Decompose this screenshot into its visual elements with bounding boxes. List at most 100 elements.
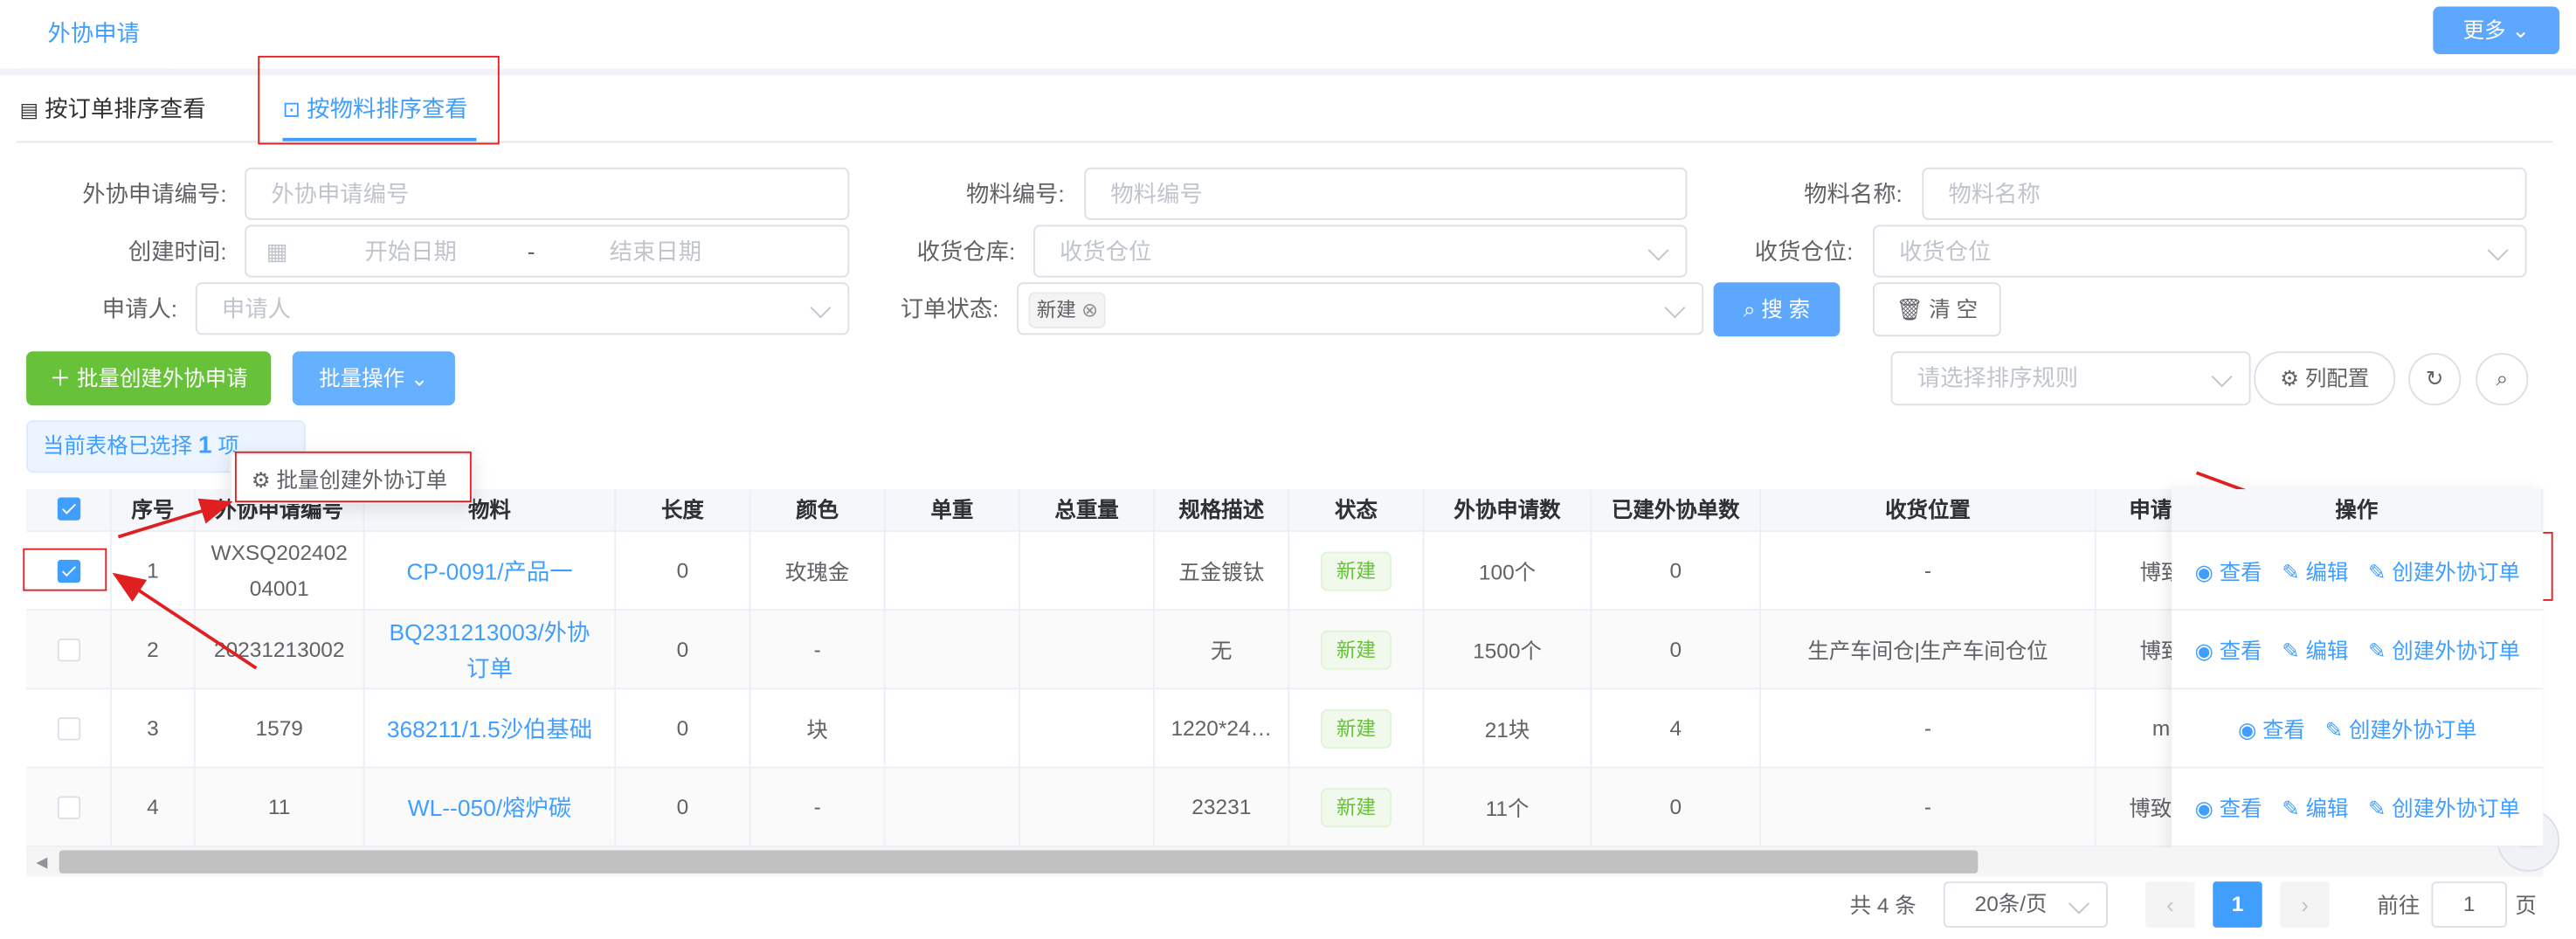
- close-icon[interactable]: ⊗: [1081, 299, 1098, 321]
- apply-no-input[interactable]: 外协申请编号: [245, 167, 850, 220]
- cell-unit-weight: [885, 689, 1020, 769]
- header-select-all[interactable]: [26, 489, 112, 532]
- create-order-link[interactable]: ✎ 创建外协订单: [2368, 633, 2520, 665]
- column-header-ops: 操作: [2172, 489, 2544, 532]
- column-header: 长度: [616, 489, 751, 532]
- cell-text: 生产车间仓|生产车间仓位: [1807, 639, 2048, 664]
- select-all-checkbox[interactable]: [56, 497, 80, 521]
- cell-text: 4: [147, 794, 159, 819]
- cell-unit-weight: [885, 611, 1020, 690]
- material-name-input[interactable]: 物料名称: [1922, 167, 2527, 220]
- column-config-button[interactable]: ⚙ 列配置: [2254, 351, 2396, 406]
- next-page-button[interactable]: ›: [2280, 881, 2330, 928]
- status-filter-tag: 新建 ⊗: [1028, 292, 1107, 328]
- warehouse-select[interactable]: 收货仓位: [1032, 224, 1688, 278]
- clear-button[interactable]: 🗑 清 空: [1872, 282, 2001, 337]
- cell-apply-qty: 11个: [1424, 768, 1592, 847]
- tab-outsource-apply[interactable]: 外协申请: [16, 0, 171, 72]
- cell-text: 1: [147, 557, 159, 583]
- edit-link[interactable]: ✎ 编辑: [2282, 791, 2348, 823]
- row-checkbox-cell[interactable]: [26, 768, 112, 847]
- row-checkbox[interactable]: [56, 638, 80, 661]
- cell-text: 11: [268, 793, 291, 818]
- tab-by-order[interactable]: ▤ 按订单排序查看: [20, 79, 206, 138]
- cell-apply-no: 20231213002: [195, 611, 365, 690]
- status-badge: 新建: [1321, 550, 1392, 590]
- cell-total-weight: [1019, 689, 1156, 769]
- more-button[interactable]: 更多 ⌄: [2433, 6, 2560, 55]
- batch-create-button[interactable]: ＋ 批量创建外协申请: [26, 351, 272, 406]
- cell-material[interactable]: BQ231213003/外协订单: [364, 611, 617, 690]
- cell-length: 0: [616, 689, 751, 769]
- cell-material[interactable]: WL--050/熔炉碳: [364, 768, 617, 847]
- row-operations: ◉ 查看 ✎ 编辑 ✎ 创建外协订单: [2172, 531, 2544, 611]
- cell-unit-weight: [885, 768, 1020, 847]
- edit-icon: ✎: [2324, 717, 2349, 742]
- clear-label: 清 空: [1929, 297, 1979, 322]
- row-checkbox-cell[interactable]: [26, 611, 112, 690]
- view-link[interactable]: ◉ 查看: [2195, 633, 2262, 665]
- annotation-box-checkbox: [23, 548, 107, 591]
- sort-select[interactable]: 请选择排序规则: [1890, 351, 2251, 406]
- column-header: 状态: [1289, 489, 1425, 532]
- view-link[interactable]: ◉ 查看: [2238, 713, 2305, 744]
- op-label: 创建外协订单: [2392, 559, 2521, 585]
- scroll-thumb[interactable]: [59, 850, 1979, 873]
- create-order-link[interactable]: ✎ 创建外协订单: [2325, 713, 2477, 744]
- cell-text: m: [2151, 715, 2171, 741]
- warehouse-placeholder: 收货仓位: [1060, 238, 1152, 265]
- cell-text: -: [813, 637, 821, 662]
- pager-total: 共 4 条: [1849, 893, 1916, 918]
- cell-color: -: [750, 611, 886, 690]
- date-range-picker[interactable]: ▦ 开始日期 - 结束日期: [245, 224, 850, 278]
- chevron-down-icon: [2487, 239, 2509, 261]
- cell-location: 生产车间仓|生产车间仓位: [1761, 611, 2096, 690]
- page-1[interactable]: 1: [2213, 881, 2262, 928]
- row-checkbox[interactable]: [56, 716, 80, 740]
- column-header: 单重: [885, 489, 1020, 532]
- edit-icon: ✎: [2367, 796, 2393, 821]
- cell-length: 0: [616, 531, 751, 611]
- cell-text: 五金镀钛: [1178, 559, 1265, 585]
- material-no-input[interactable]: 物料编号: [1084, 167, 1688, 220]
- cell-text: 0: [1669, 557, 1682, 583]
- cell-text: 0: [1669, 794, 1682, 819]
- goto-input[interactable]: 1: [2431, 881, 2507, 928]
- applicant-placeholder: 申请人: [221, 295, 291, 322]
- column-header: 颜色: [750, 489, 886, 532]
- status-badge: 新建: [1321, 629, 1392, 669]
- applicant-select[interactable]: 申请人: [195, 282, 850, 335]
- cell-material[interactable]: 368211/1.5沙伯基础: [364, 689, 617, 769]
- cell-text: CP-0091/产品一: [406, 557, 573, 584]
- scroll-left-icon[interactable]: ◀: [36, 853, 47, 872]
- chevron-down-icon: [1647, 239, 1669, 261]
- batch-ops-button[interactable]: 批量操作 ⌄: [292, 351, 455, 406]
- page-size-select[interactable]: 20条/页: [1943, 881, 2108, 928]
- search-button[interactable]: ⌕ 搜 索: [1713, 282, 1840, 337]
- row-checkbox-cell[interactable]: [26, 689, 112, 769]
- trash-icon: 🗑: [1896, 297, 1923, 322]
- edit-link[interactable]: ✎ 编辑: [2282, 555, 2348, 586]
- op-label: 创建外协订单: [2392, 796, 2521, 821]
- location-select[interactable]: 收货仓位: [1872, 224, 2527, 278]
- page-unit: 页: [2515, 893, 2537, 918]
- view-link[interactable]: ◉ 查看: [2195, 555, 2262, 586]
- cell-text: WL--050/熔炉碳: [407, 793, 572, 820]
- refresh-button[interactable]: ↻: [2408, 353, 2462, 406]
- chevron-down-icon: [2068, 893, 2089, 915]
- cell-spec: 五金镀钛: [1155, 531, 1290, 611]
- status-select[interactable]: 新建 ⊗: [1017, 282, 1704, 335]
- toggle-search-button[interactable]: ⌕: [2476, 353, 2529, 406]
- edit-icon: ✎: [2367, 559, 2393, 585]
- cell-location: -: [1761, 768, 2096, 847]
- row-checkbox[interactable]: [56, 795, 80, 818]
- op-label: 编辑: [2305, 559, 2349, 585]
- prev-page-button[interactable]: ‹: [2145, 881, 2195, 928]
- cell-material[interactable]: CP-0091/产品一: [364, 531, 617, 611]
- create-order-link[interactable]: ✎ 创建外协订单: [2368, 555, 2520, 586]
- batch-create-label: 批量创建外协申请: [77, 366, 248, 391]
- view-link[interactable]: ◉ 查看: [2195, 791, 2262, 823]
- edit-link[interactable]: ✎ 编辑: [2282, 633, 2348, 665]
- eye-icon: ◉: [2194, 796, 2220, 821]
- create-order-link[interactable]: ✎ 创建外协订单: [2368, 791, 2520, 823]
